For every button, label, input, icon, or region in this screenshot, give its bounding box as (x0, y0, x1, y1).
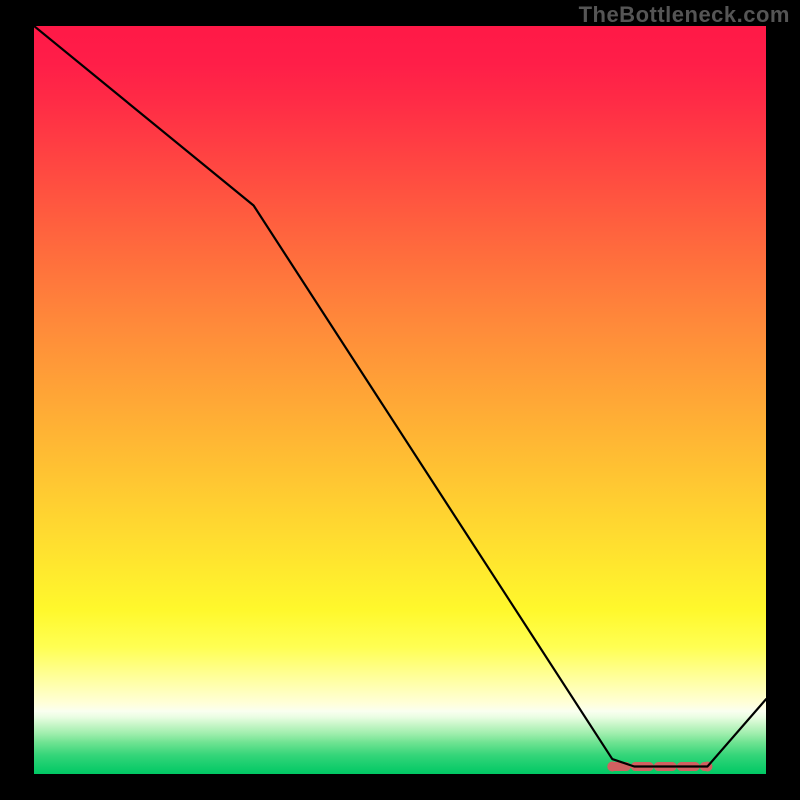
gradient-background (34, 26, 766, 774)
chart-frame: TheBottleneck.com (0, 0, 800, 800)
plot-area (34, 26, 766, 774)
watermark-label: TheBottleneck.com (579, 2, 790, 28)
bottleneck-chart (34, 26, 766, 774)
